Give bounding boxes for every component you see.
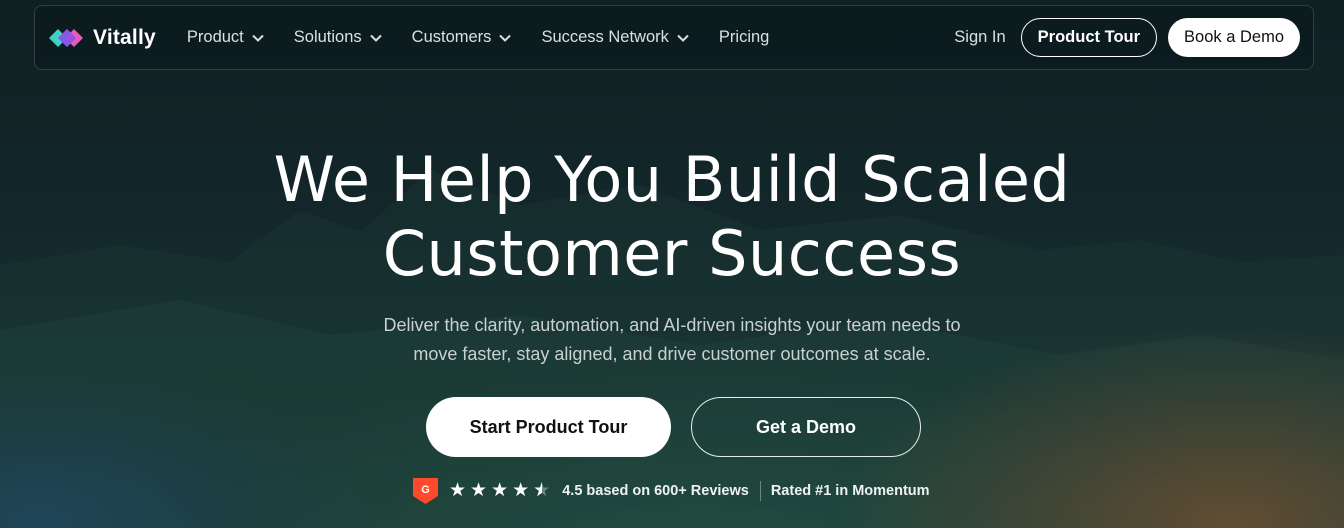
chevron-down-icon <box>369 34 382 42</box>
nav-item-solutions[interactable]: Solutions <box>294 28 382 47</box>
product-tour-button[interactable]: Product Tour <box>1020 18 1158 57</box>
star-icon: ★ <box>449 480 467 501</box>
nav-actions: Sign In Product Tour Book a Demo <box>954 18 1300 57</box>
nav-item-success-network[interactable]: Success Network <box>541 28 689 47</box>
top-navbar: Vitally Product Solutions Customers Succ… <box>34 5 1314 70</box>
chevron-down-icon <box>499 34 512 42</box>
review-rating: G ★ ★ ★ ★ ★ 4.5 based on 600+ Reviews Ra… <box>413 478 930 504</box>
rating-divider <box>759 481 761 501</box>
award-text: Rated #1 in Momentum <box>770 483 930 499</box>
chevron-down-icon <box>677 34 689 42</box>
hero-subtitle: Deliver the clarity, automation, and AI-… <box>0 311 1344 369</box>
hero-subtitle-line-2: move faster, stay aligned, and drive cus… <box>413 344 931 364</box>
star-rating: ★ ★ ★ ★ ★ <box>449 480 554 502</box>
nav-item-label: Product <box>186 28 244 46</box>
nav-item-label: Pricing <box>718 28 770 46</box>
brand-name: Vitally <box>93 25 156 49</box>
start-product-tour-button[interactable]: Start Product Tour <box>426 397 671 457</box>
half-star-icon: ★ <box>533 481 550 502</box>
vitally-logo-icon <box>49 28 83 47</box>
hero-title-line-2: Customer Success <box>382 217 962 290</box>
brand-logo[interactable]: Vitally <box>47 22 156 54</box>
nav-item-label: Solutions <box>293 28 362 46</box>
nav-item-product[interactable]: Product <box>187 28 264 47</box>
hero-title: We Help You Build Scaled Customer Succes… <box>0 143 1344 291</box>
star-icon: ★ <box>512 480 530 501</box>
chevron-down-icon <box>252 34 264 42</box>
main-menu: Product Solutions Customers Success Netw… <box>187 28 799 47</box>
nav-item-pricing[interactable]: Pricing <box>719 28 769 47</box>
star-icon: ★ <box>470 480 488 501</box>
svg-text:G: G <box>421 484 430 496</box>
star-icon: ★ <box>491 480 509 501</box>
g2-logo-icon: G <box>413 478 438 504</box>
sign-in-link[interactable]: Sign In <box>954 28 1005 47</box>
nav-item-label: Success Network <box>541 28 669 46</box>
hero-subtitle-line-1: Deliver the clarity, automation, and AI-… <box>383 315 961 335</box>
hero-title-line-1: We Help You Build Scaled <box>273 143 1071 216</box>
rating-text: 4.5 based on 600+ Reviews <box>562 483 749 499</box>
book-demo-button[interactable]: Book a Demo <box>1168 18 1300 57</box>
hero-cta-group: Start Product Tour Get a Demo <box>426 397 921 457</box>
nav-item-label: Customers <box>411 28 492 46</box>
nav-item-customers[interactable]: Customers <box>412 28 512 47</box>
get-demo-button[interactable]: Get a Demo <box>691 397 921 457</box>
